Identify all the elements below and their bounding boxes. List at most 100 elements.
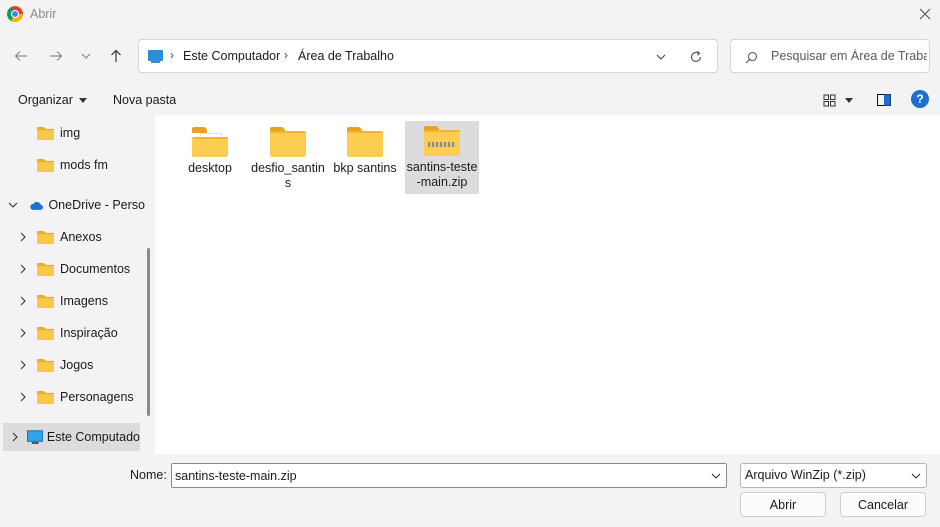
sidebar-item-personagens[interactable]: Personagens <box>0 383 145 411</box>
chevron-right-icon[interactable] <box>17 359 29 371</box>
grid-view-icon <box>823 94 836 106</box>
file-item-desktop[interactable]: desktop <box>173 122 247 194</box>
sidebar-item-jogos[interactable]: Jogos <box>0 351 145 379</box>
sidebar-item-documentos[interactable]: Documentos <box>0 255 145 283</box>
refresh-icon <box>690 50 702 62</box>
forward-button[interactable] <box>43 41 69 71</box>
command-bar: Organizar Nova pasta ? <box>0 84 940 114</box>
computer-icon <box>26 429 43 444</box>
sidebar-item-label: Imagens <box>60 294 108 308</box>
sidebar-item-mods-fm[interactable]: mods fm <box>0 151 145 179</box>
title-bar: Abrir <box>0 0 940 29</box>
recent-locations-button[interactable] <box>73 41 99 71</box>
chevron-down-icon <box>656 54 666 60</box>
folder-icon <box>270 127 306 157</box>
caret-down-icon <box>845 97 853 103</box>
caret-down-icon <box>78 97 87 103</box>
sidebar-scrollbar[interactable] <box>147 248 150 416</box>
file-type-select[interactable]: Arquivo WinZip (*.zip) <box>740 463 927 488</box>
dialog-footer: Nome: Arquivo WinZip (*.zip) Abrir Cance… <box>0 454 940 527</box>
computer-icon <box>148 50 163 63</box>
arrow-up-icon <box>111 49 121 62</box>
up-button[interactable] <box>103 41 129 71</box>
folder-icon <box>37 126 54 140</box>
file-label: santins-teste-main.zip <box>406 160 478 189</box>
file-name-field[interactable] <box>171 463 727 488</box>
folder-icon <box>37 262 54 276</box>
file-name-label: Nome: <box>130 468 167 482</box>
close-icon <box>919 8 931 20</box>
sidebar-item-label: Anexos <box>60 230 102 244</box>
file-name-input[interactable] <box>175 467 700 484</box>
sidebar-item-label: Documentos <box>60 262 131 276</box>
refresh-button[interactable] <box>686 48 706 66</box>
folder-with-document-icon <box>192 127 228 157</box>
search-box[interactable] <box>730 39 930 73</box>
new-folder-button[interactable]: Nova pasta <box>103 89 186 111</box>
navigation-pane: img mods fm OneDrive - Perso Anexos Docu… <box>0 115 155 454</box>
chevron-down-icon <box>711 473 721 479</box>
chevron-down-icon <box>81 53 91 59</box>
address-bar[interactable]: › Este Computador › Área de Trabalho <box>138 39 718 73</box>
close-button[interactable] <box>912 2 938 26</box>
cancel-button[interactable]: Cancelar <box>840 492 926 517</box>
folder-icon <box>37 294 54 308</box>
file-item-santins-teste-main-zip[interactable]: santins-teste-main.zip <box>405 121 479 194</box>
chevron-down-icon[interactable] <box>8 199 19 211</box>
preview-pane-icon <box>877 94 891 106</box>
chevron-right-icon[interactable] <box>17 327 29 339</box>
chevron-right-icon[interactable] <box>9 431 21 443</box>
sidebar-item-label: OneDrive - Perso <box>48 198 145 212</box>
folder-icon <box>37 158 54 172</box>
folder-icon <box>37 358 54 372</box>
file-item-bkp-santins[interactable]: bkp santins <box>328 122 402 194</box>
sidebar-item-label: img <box>60 126 81 140</box>
folder-icon <box>347 127 383 157</box>
arrow-left-icon <box>14 51 27 61</box>
onedrive-cloud-icon <box>29 201 43 210</box>
sidebar-item-label: Personagens <box>60 390 134 404</box>
search-input[interactable] <box>771 47 927 65</box>
sidebar-item-este-computador[interactable]: Este Computado <box>3 423 140 451</box>
back-button[interactable] <box>8 41 34 71</box>
breadcrumb-area-de-trabalho[interactable]: Área de Trabalho <box>298 49 394 63</box>
search-icon <box>743 49 759 65</box>
file-item-desfio-santins[interactable]: desfio_santins <box>251 122 325 194</box>
file-label: desktop <box>188 161 232 175</box>
file-label: bkp santins <box>333 161 397 175</box>
window-title: Abrir <box>30 7 57 21</box>
new-folder-label: Nova pasta <box>113 93 177 107</box>
sidebar-item-img[interactable]: img <box>0 119 145 147</box>
file-type-dropdown-button[interactable] <box>909 469 923 483</box>
breadcrumb-separator: › <box>170 48 174 62</box>
file-name-dropdown-button[interactable] <box>709 469 723 483</box>
preview-pane-button[interactable] <box>873 89 895 111</box>
open-button[interactable]: Abrir <box>740 492 826 517</box>
sidebar-item-anexos[interactable]: Anexos <box>0 223 145 251</box>
change-view-button[interactable] <box>820 89 862 111</box>
file-list: desktop desfio_santins bkp santins santi… <box>155 115 940 454</box>
address-dropdown-button[interactable] <box>652 49 670 65</box>
breadcrumb-separator: › <box>284 48 288 62</box>
sidebar-item-label: Inspiração <box>60 326 118 340</box>
chevron-right-icon[interactable] <box>17 231 29 243</box>
help-button[interactable]: ? <box>911 90 929 108</box>
organize-label: Organizar <box>18 93 73 107</box>
sidebar-item-label: mods fm <box>60 158 108 172</box>
folder-icon <box>37 326 54 340</box>
breadcrumb-este-computador[interactable]: Este Computador <box>183 49 280 63</box>
sidebar-item-onedrive[interactable]: OneDrive - Perso <box>0 191 145 219</box>
sidebar-item-label: Jogos <box>60 358 94 372</box>
sidebar-item-imagens[interactable]: Imagens <box>0 287 145 315</box>
folder-icon <box>37 390 54 404</box>
sidebar-item-inspiracao[interactable]: Inspiração <box>0 319 145 347</box>
chevron-right-icon[interactable] <box>17 391 29 403</box>
sidebar-item-label: Este Computado <box>46 430 140 444</box>
arrow-right-icon <box>50 51 63 61</box>
folder-icon <box>37 230 54 244</box>
organize-button[interactable]: Organizar <box>8 89 97 111</box>
chevron-right-icon[interactable] <box>17 263 29 275</box>
chevron-right-icon[interactable] <box>17 295 29 307</box>
file-label: desfio_santins <box>251 161 325 190</box>
zip-folder-icon <box>424 126 460 156</box>
